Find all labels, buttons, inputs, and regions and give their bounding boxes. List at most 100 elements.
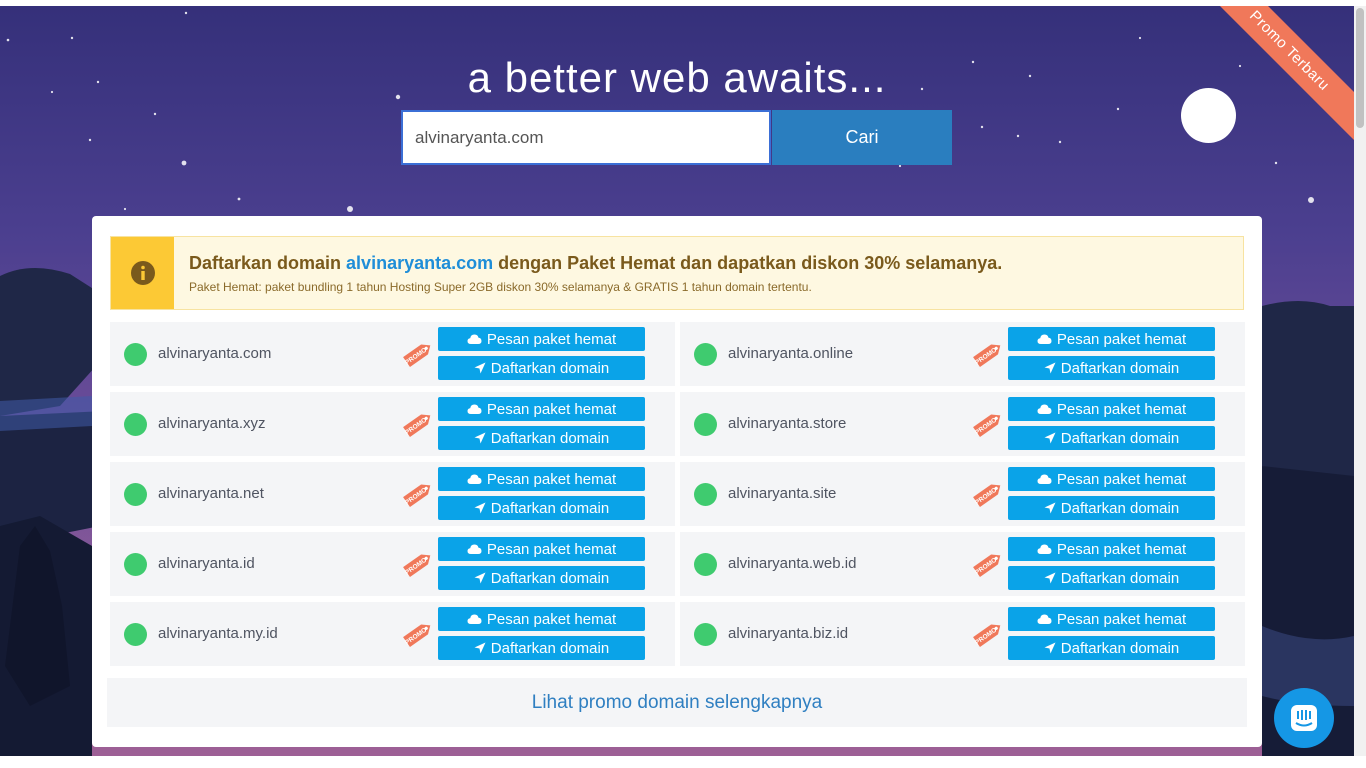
order-bundle-button[interactable]: Pesan paket hemat	[438, 607, 645, 631]
hero-banner: Promo Terbaru a better web awaits... Car…	[0, 6, 1354, 756]
live-chat-button[interactable]	[1274, 688, 1334, 748]
notice-title-suffix: dengan Paket Hemat dan dapatkan diskon 3…	[493, 253, 1003, 273]
available-status-icon	[124, 623, 147, 646]
domain-result-row: alvinaryanta.web.id PROMO Pesan paket hema…	[680, 532, 1245, 596]
register-domain-label: Daftarkan domain	[490, 359, 610, 377]
available-status-icon	[124, 343, 147, 366]
order-bundle-label: Pesan paket hemat	[1056, 330, 1187, 348]
register-domain-label: Daftarkan domain	[490, 569, 610, 587]
domain-name: alvinaryanta.store	[728, 415, 847, 432]
domain-name: alvinaryanta.my.id	[158, 625, 278, 642]
register-domain-button[interactable]: Daftarkan domain	[438, 356, 645, 380]
domain-result-row: alvinaryanta.online PROMO Pesan paket hema…	[680, 322, 1245, 386]
domain-name: alvinaryanta.net	[158, 485, 264, 502]
info-icon	[111, 237, 174, 309]
register-domain-button[interactable]: Daftarkan domain	[1008, 426, 1215, 450]
promo-tag-icon: PROMO	[401, 617, 435, 651]
promo-tag-icon: PROMO	[401, 407, 435, 441]
promo-tag-icon: PROMO	[971, 407, 1005, 441]
search-button[interactable]: Cari	[772, 110, 952, 165]
register-domain-button[interactable]: Daftarkan domain	[438, 426, 645, 450]
notice-subtitle: Paket Hemat: paket bundling 1 tahun Host…	[189, 280, 812, 294]
order-bundle-label: Pesan paket hemat	[486, 470, 617, 488]
order-bundle-label: Pesan paket hemat	[486, 610, 617, 628]
register-domain-button[interactable]: Daftarkan domain	[1008, 566, 1215, 590]
register-domain-button[interactable]: Daftarkan domain	[1008, 636, 1215, 660]
bottom-bar	[0, 756, 1366, 768]
domain-result-row: alvinaryanta.my.id PROMO Pesan paket hemat…	[110, 602, 675, 666]
order-bundle-button[interactable]: Pesan paket hemat	[1008, 537, 1215, 561]
notice-title: Daftarkan domain alvinaryanta.com dengan…	[189, 253, 1002, 274]
domain-search: Cari	[401, 110, 952, 165]
location-arrow-icon	[474, 362, 486, 374]
promo-tag-icon: PROMO	[971, 337, 1005, 371]
domain-result-row: alvinaryanta.biz.id PROMO Pesan paket hema…	[680, 602, 1245, 666]
page-scrollbar[interactable]	[1354, 6, 1366, 756]
register-domain-label: Daftarkan domain	[490, 499, 610, 517]
available-status-icon	[694, 623, 717, 646]
domain-result-row: alvinaryanta.site PROMO Pesan paket hemat D…	[680, 462, 1245, 526]
order-bundle-label: Pesan paket hemat	[1056, 470, 1187, 488]
order-bundle-label: Pesan paket hemat	[486, 400, 617, 418]
register-domain-label: Daftarkan domain	[1060, 639, 1180, 657]
register-domain-button[interactable]: Daftarkan domain	[438, 566, 645, 590]
order-bundle-button[interactable]: Pesan paket hemat	[1008, 607, 1215, 631]
available-status-icon	[694, 483, 717, 506]
cloud-icon	[1037, 404, 1052, 414]
order-bundle-button[interactable]: Pesan paket hemat	[438, 327, 645, 351]
domain-name: alvinaryanta.web.id	[728, 555, 857, 572]
cloud-icon	[467, 334, 482, 344]
available-status-icon	[694, 413, 717, 436]
cloud-icon	[1037, 334, 1052, 344]
order-bundle-label: Pesan paket hemat	[1056, 400, 1187, 418]
domain-result-row: alvinaryanta.id PROMO Pesan paket hemat Daf…	[110, 532, 675, 596]
register-domain-button[interactable]: Daftarkan domain	[1008, 356, 1215, 380]
register-domain-button[interactable]: Daftarkan domain	[438, 636, 645, 660]
promo-tag-icon: PROMO	[401, 337, 435, 371]
location-arrow-icon	[1044, 502, 1056, 514]
location-arrow-icon	[1044, 572, 1056, 584]
promo-tag-icon: PROMO	[971, 547, 1005, 581]
order-bundle-button[interactable]: Pesan paket hemat	[438, 467, 645, 491]
register-domain-label: Daftarkan domain	[1060, 569, 1180, 587]
order-bundle-label: Pesan paket hemat	[1056, 610, 1187, 628]
domain-name: alvinaryanta.online	[728, 345, 854, 362]
available-status-icon	[694, 343, 717, 366]
cloud-icon	[1037, 544, 1052, 554]
register-domain-label: Daftarkan domain	[1060, 499, 1180, 517]
location-arrow-icon	[1044, 642, 1056, 654]
bundle-notice: Daftarkan domain alvinaryanta.com dengan…	[110, 236, 1244, 310]
order-bundle-button[interactable]: Pesan paket hemat	[1008, 327, 1215, 351]
register-domain-label: Daftarkan domain	[490, 639, 610, 657]
location-arrow-icon	[1044, 432, 1056, 444]
order-bundle-button[interactable]: Pesan paket hemat	[438, 537, 645, 561]
register-domain-label: Daftarkan domain	[1060, 429, 1180, 447]
notice-title-domain: alvinaryanta.com	[346, 253, 494, 273]
domain-result-row: alvinaryanta.xyz PROMO Pesan paket hemat Da…	[110, 392, 675, 456]
domain-name: alvinaryanta.biz.id	[728, 625, 849, 642]
domain-name: alvinaryanta.id	[158, 555, 255, 572]
available-status-icon	[694, 553, 717, 576]
location-arrow-icon	[474, 502, 486, 514]
cloud-icon	[1037, 474, 1052, 484]
order-bundle-label: Pesan paket hemat	[1056, 540, 1187, 558]
order-bundle-button[interactable]: Pesan paket hemat	[438, 397, 645, 421]
cloud-icon	[467, 474, 482, 484]
domain-name: alvinaryanta.site	[728, 485, 837, 502]
promo-tag-icon: PROMO	[401, 477, 435, 511]
hero-headline: a better web awaits...	[467, 54, 887, 101]
order-bundle-button[interactable]: Pesan paket hemat	[1008, 467, 1215, 491]
location-arrow-icon	[474, 642, 486, 654]
register-domain-button[interactable]: Daftarkan domain	[438, 496, 645, 520]
location-arrow-icon	[1044, 362, 1056, 374]
order-bundle-label: Pesan paket hemat	[486, 330, 617, 348]
location-arrow-icon	[474, 572, 486, 584]
scrollbar-thumb[interactable]	[1356, 8, 1364, 128]
more-promo-link[interactable]: Lihat promo domain selengkapnya	[107, 678, 1247, 727]
register-domain-button[interactable]: Daftarkan domain	[1008, 496, 1215, 520]
location-arrow-icon	[474, 432, 486, 444]
promo-tag-icon: PROMO	[971, 617, 1005, 651]
domain-search-input[interactable]	[401, 110, 771, 165]
available-status-icon	[124, 413, 147, 436]
order-bundle-button[interactable]: Pesan paket hemat	[1008, 397, 1215, 421]
